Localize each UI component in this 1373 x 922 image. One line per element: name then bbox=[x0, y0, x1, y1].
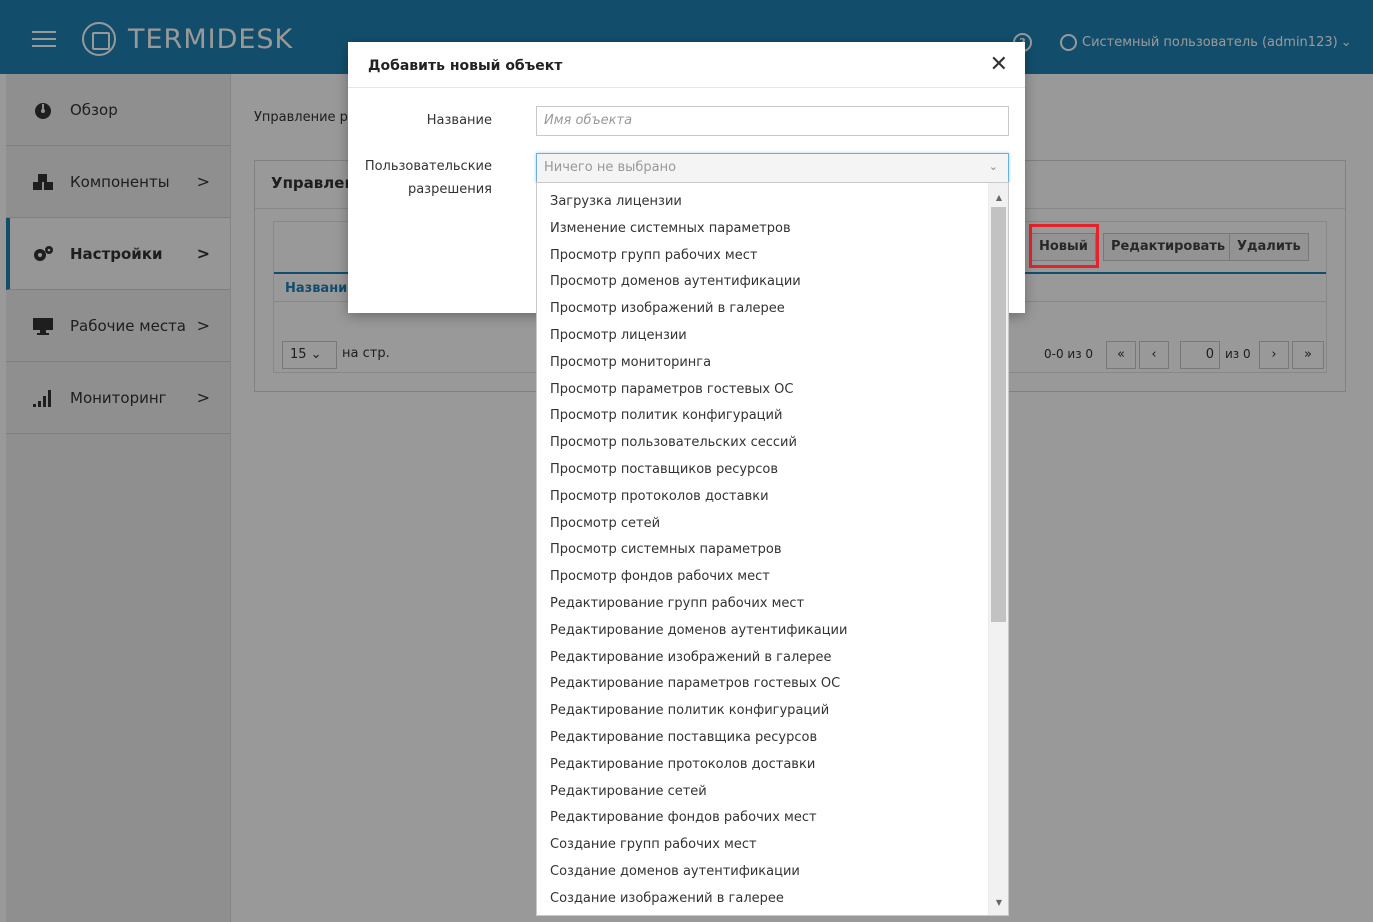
dropdown-option[interactable]: Редактирование протоколов доставки bbox=[537, 752, 987, 779]
dropdown-option[interactable]: Редактирование изображений в галерее bbox=[537, 645, 987, 672]
dropdown-option[interactable]: Редактирование сетей bbox=[537, 779, 987, 806]
dropdown-option[interactable]: Просмотр пользовательских сессий bbox=[537, 430, 987, 457]
highlight-box bbox=[1029, 224, 1099, 268]
dropdown-option[interactable]: Создание доменов аутентификации bbox=[537, 859, 987, 886]
dropdown-option[interactable]: Редактирование поставщика ресурсов bbox=[537, 725, 987, 752]
dropdown-option[interactable]: Просмотр системных параметров bbox=[537, 537, 987, 564]
dropdown-option[interactable]: Редактирование политик конфигураций bbox=[537, 698, 987, 725]
dropdown-option[interactable]: Просмотр параметров гостевых ОС bbox=[537, 377, 987, 404]
name-label: Название bbox=[426, 113, 492, 128]
permissions-label-line2: разрешения bbox=[407, 182, 492, 197]
dropdown-option[interactable]: Редактирование групп рабочих мест bbox=[537, 591, 987, 618]
dropdown-option[interactable]: Изменение системных параметров bbox=[537, 216, 987, 243]
dropdown-option[interactable]: Просмотр групп рабочих мест bbox=[537, 243, 987, 270]
dropdown-option[interactable]: Создание изображений в галерее bbox=[537, 886, 987, 913]
permissions-options: Загрузка лицензии Изменение системных пар… bbox=[537, 189, 987, 913]
permissions-dropdown: Загрузка лицензии Изменение системных пар… bbox=[536, 182, 1009, 916]
dropdown-option[interactable]: Загрузка лицензии bbox=[537, 189, 987, 216]
name-field[interactable]: Имя объекта bbox=[536, 106, 1009, 136]
dialog-divider bbox=[348, 87, 1025, 88]
permissions-select-value: Ничего не выбрано bbox=[544, 160, 677, 175]
dropdown-option[interactable]: Просмотр протоколов доставки bbox=[537, 484, 987, 511]
dropdown-option[interactable]: Редактирование доменов аутентификации bbox=[537, 618, 987, 645]
dropdown-option[interactable]: Просмотр изображений в галерее bbox=[537, 296, 987, 323]
dropdown-option[interactable]: Просмотр политик конфигураций bbox=[537, 403, 987, 430]
scrollbar-thumb[interactable] bbox=[991, 207, 1006, 622]
dropdown-option[interactable]: Просмотр лицензии bbox=[537, 323, 987, 350]
permissions-label-line1: Пользовательские bbox=[364, 159, 492, 174]
dropdown-scrollbar[interactable]: ▲ ▼ bbox=[988, 183, 1008, 915]
permissions-select[interactable]: Ничего не выбрано ⌄ bbox=[536, 153, 1009, 183]
dropdown-option[interactable]: Просмотр поставщиков ресурсов bbox=[537, 457, 987, 484]
dropdown-option[interactable]: Просмотр сетей bbox=[537, 511, 987, 538]
dropdown-option[interactable]: Редактирование фондов рабочих мест bbox=[537, 805, 987, 832]
dropdown-option[interactable]: Просмотр фондов рабочих мест bbox=[537, 564, 987, 591]
dropdown-option[interactable]: Редактирование параметров гостевых ОС bbox=[537, 671, 987, 698]
dropdown-option[interactable]: Просмотр доменов аутентификации bbox=[537, 269, 987, 296]
scroll-down-icon[interactable]: ▼ bbox=[989, 898, 1008, 907]
dropdown-option[interactable]: Просмотр мониторинга bbox=[537, 350, 987, 377]
close-icon[interactable]: ✕ bbox=[990, 54, 1008, 76]
dialog-title: Добавить новый объект bbox=[368, 58, 563, 74]
chevron-down-icon: ⌄ bbox=[988, 160, 998, 173]
scroll-up-icon[interactable]: ▲ bbox=[989, 193, 1008, 202]
dropdown-option[interactable]: Создание групп рабочих мест bbox=[537, 832, 987, 859]
